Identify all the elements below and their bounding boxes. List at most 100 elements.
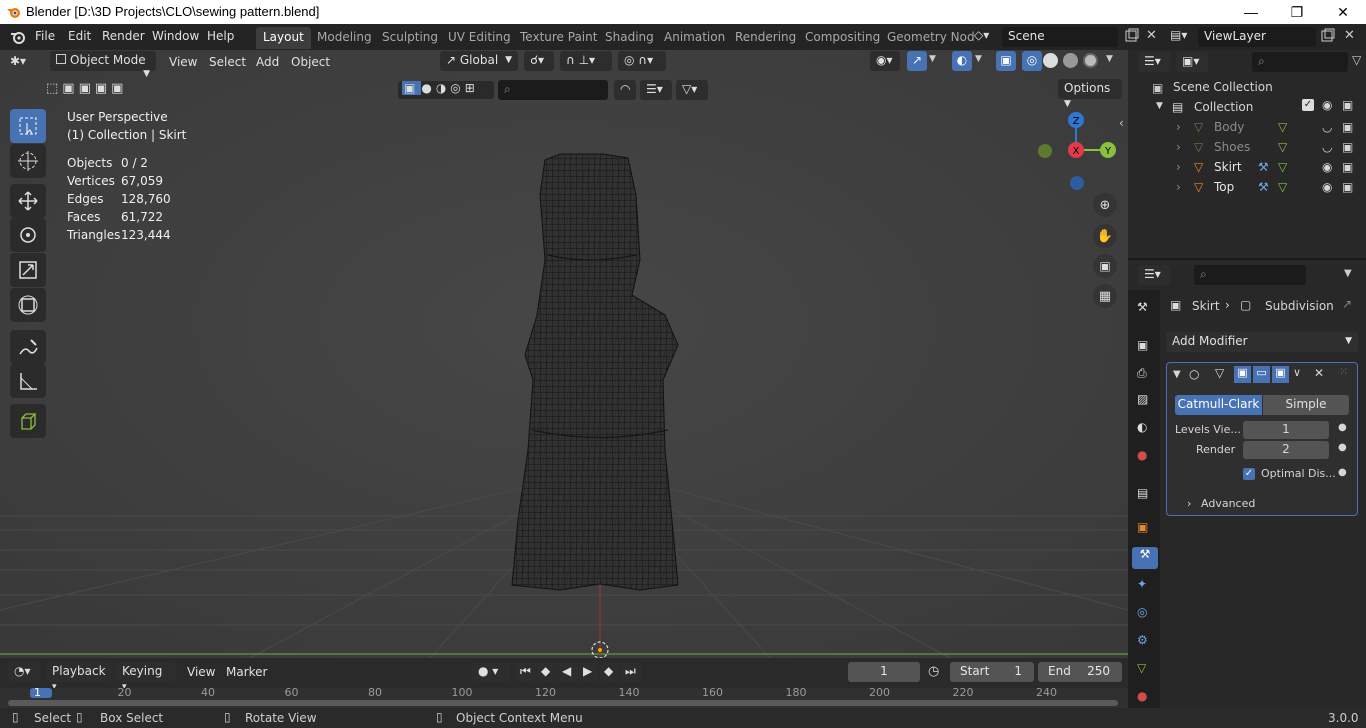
collection-camera-icon[interactable]: ▣	[1342, 98, 1353, 112]
auto-keying-button[interactable]: ● ▾	[472, 662, 510, 682]
eye-icon[interactable]: ◉	[1322, 160, 1332, 174]
menu-window[interactable]: Window	[152, 29, 199, 43]
outliner-item-label[interactable]: Skirt	[1214, 160, 1242, 174]
tab-uv-editing[interactable]: UV Editing	[441, 27, 518, 49]
menu-edit[interactable]: Edit	[68, 29, 91, 43]
shading-options-icon[interactable]: ▼	[1106, 54, 1113, 64]
outliner-item-expand-icon[interactable]: ›	[1176, 180, 1181, 194]
levels-viewport-field[interactable]: 1	[1243, 421, 1329, 439]
outliner-item-label[interactable]: Body	[1214, 120, 1244, 134]
end-frame-field[interactable]: End 250	[1038, 662, 1122, 682]
camera-render-icon[interactable]: ▣	[1342, 140, 1353, 154]
next-keyframe-button[interactable]: ◆	[600, 662, 620, 682]
snap-toggle-icon[interactable]: ∩ ⊥▾	[560, 51, 612, 71]
modifier-menu-icon[interactable]: ∨	[1293, 366, 1301, 379]
eye-closed-icon[interactable]: ◡	[1322, 140, 1332, 154]
current-frame-field[interactable]: 1	[848, 662, 920, 682]
tool-select-box[interactable]	[10, 109, 46, 143]
optimal-display-keyframe-icon[interactable]: ●	[1338, 467, 1347, 478]
jump-start-button[interactable]: ⏮	[516, 662, 536, 682]
outliner-filter-icon[interactable]: ▽	[1352, 53, 1366, 73]
camera-render-icon[interactable]: ▣	[1342, 160, 1353, 174]
properties-options-icon[interactable]: ▼	[1344, 268, 1352, 279]
object-properties-tab-icon[interactable]: ▣	[1137, 520, 1155, 538]
outliner-item-label[interactable]: Shoes	[1214, 140, 1250, 154]
optimal-display-checkbox[interactable]: ✓	[1243, 468, 1255, 480]
scene-properties-tab-icon[interactable]: ◐	[1137, 420, 1155, 438]
xray-toggle-icon[interactable]: ▣	[996, 51, 1016, 71]
tool-measure[interactable]	[10, 364, 46, 398]
tab-geometry-nodes[interactable]: Geometry Nod	[880, 27, 982, 49]
close-window-button[interactable]: ✕	[1320, 0, 1366, 24]
advanced-section-label[interactable]: Advanced	[1201, 497, 1255, 510]
tool-annotate[interactable]	[10, 330, 46, 364]
material-properties-tab-icon[interactable]: ●	[1137, 689, 1155, 707]
remove-scene-icon[interactable]: ✕	[1146, 28, 1157, 43]
proportional-editing-icon[interactable]: ◎ ∩▾	[618, 51, 666, 71]
render-toggle-icon[interactable]: ▣	[1272, 366, 1289, 383]
overlays-toggle-icon[interactable]: ◐	[952, 51, 972, 71]
wireframe-shading-icon[interactable]: ◎	[1022, 51, 1042, 71]
gizmo-neg-z-axis[interactable]	[1070, 176, 1084, 190]
blender-menu-icon[interactable]	[10, 29, 26, 45]
camera-view-button[interactable]: ▣	[1093, 254, 1117, 278]
clock-icon[interactable]: ◷	[928, 664, 939, 679]
tab-compositing[interactable]: Compositing	[798, 27, 887, 49]
outliner-item-expand-icon[interactable]: ›	[1176, 140, 1181, 154]
viewport-search-input[interactable]: ⌕	[498, 80, 608, 100]
timeline-menu-marker[interactable]: Marker	[226, 665, 267, 679]
tool-scale[interactable]	[10, 253, 46, 287]
camera-render-icon[interactable]: ▣	[1342, 120, 1353, 134]
3d-viewport[interactable]: ✱▾ Object Mode ▼ View Select Add Object ↗…	[0, 50, 1128, 658]
viewlayer-icon[interactable]: ▤▾	[1170, 28, 1194, 46]
viewport-menu-view[interactable]: View	[169, 55, 197, 69]
playback-menu[interactable]: Playback ▾	[46, 662, 112, 692]
tab-sculpting[interactable]: Sculpting	[375, 27, 445, 49]
zoom-view-button[interactable]: ⊕	[1093, 193, 1117, 217]
tab-texture-paint[interactable]: Texture Paint	[513, 27, 604, 49]
tab-layout[interactable]: Layout	[256, 27, 311, 49]
constraints-properties-tab-icon[interactable]: ⚙	[1137, 633, 1155, 651]
collection-eye-icon[interactable]: ◉	[1322, 98, 1332, 112]
filter-icons[interactable]: ▣ ●◑◎⊞	[398, 81, 494, 99]
levels-viewport-keyframe-icon[interactable]: ●	[1338, 422, 1347, 433]
frame-scrollbar[interactable]	[8, 700, 1118, 706]
pin-icon[interactable]: ↗	[1342, 297, 1352, 311]
outliner-editor-type-icon[interactable]: ☰▾	[1138, 52, 1170, 72]
selection-mode-icons[interactable]: ⬚▣▣▣▣	[46, 81, 140, 99]
overlays-options-icon[interactable]: ▼	[975, 54, 982, 64]
particles-properties-tab-icon[interactable]: ✦	[1137, 577, 1155, 595]
properties-search-input[interactable]: ⌕	[1194, 265, 1306, 285]
remove-viewlayer-icon[interactable]: ✕	[1344, 28, 1355, 43]
viewport-menu-add[interactable]: Add	[256, 55, 279, 69]
catmull-clark-button[interactable]: Catmull-Clark	[1175, 395, 1262, 415]
properties-editor-type-icon[interactable]: ☰▾	[1138, 265, 1170, 285]
collection-expand-icon[interactable]: ▼	[1156, 101, 1163, 111]
new-scene-icon[interactable]	[1124, 28, 1140, 44]
menu-render[interactable]: Render	[102, 29, 145, 43]
play-reverse-button[interactable]: ◀	[558, 662, 578, 682]
start-frame-field[interactable]: Start 1	[950, 662, 1034, 682]
play-button[interactable]: ▶	[579, 662, 599, 682]
outliner-item-label[interactable]: Top	[1214, 180, 1234, 194]
viewport-menu-select[interactable]: Select	[209, 55, 246, 69]
minimize-button[interactable]: —	[1228, 0, 1274, 24]
scene-selector-icon[interactable]: ◇▾	[974, 28, 998, 46]
output-properties-tab-icon[interactable]: ⎙	[1137, 366, 1155, 384]
menu-help[interactable]: Help	[207, 29, 234, 43]
camera-render-icon[interactable]: ▣	[1342, 180, 1353, 194]
maximize-button[interactable]: ❐	[1274, 0, 1320, 24]
tab-shading[interactable]: Shading	[598, 27, 661, 49]
scene-name-field[interactable]: Scene	[1002, 27, 1118, 47]
rendered-shading-icon[interactable]	[1083, 53, 1098, 68]
navigation-gizmo[interactable]: Z Y X	[1036, 110, 1116, 190]
tab-modeling[interactable]: Modeling	[310, 27, 379, 49]
tool-rotate[interactable]	[10, 218, 46, 252]
tool-properties-tab-icon[interactable]: ⚒	[1137, 300, 1155, 318]
scene-collection-label[interactable]: Scene Collection	[1173, 80, 1273, 94]
render-properties-tab-icon[interactable]: ▣	[1137, 338, 1155, 356]
cage-toggle-icon[interactable]: ▣	[1234, 366, 1251, 383]
outliner-search-input[interactable]: ⌕	[1252, 52, 1348, 72]
tab-animation[interactable]: Animation	[657, 27, 732, 49]
selectability-toggle-icon[interactable]: ◠	[614, 80, 636, 100]
